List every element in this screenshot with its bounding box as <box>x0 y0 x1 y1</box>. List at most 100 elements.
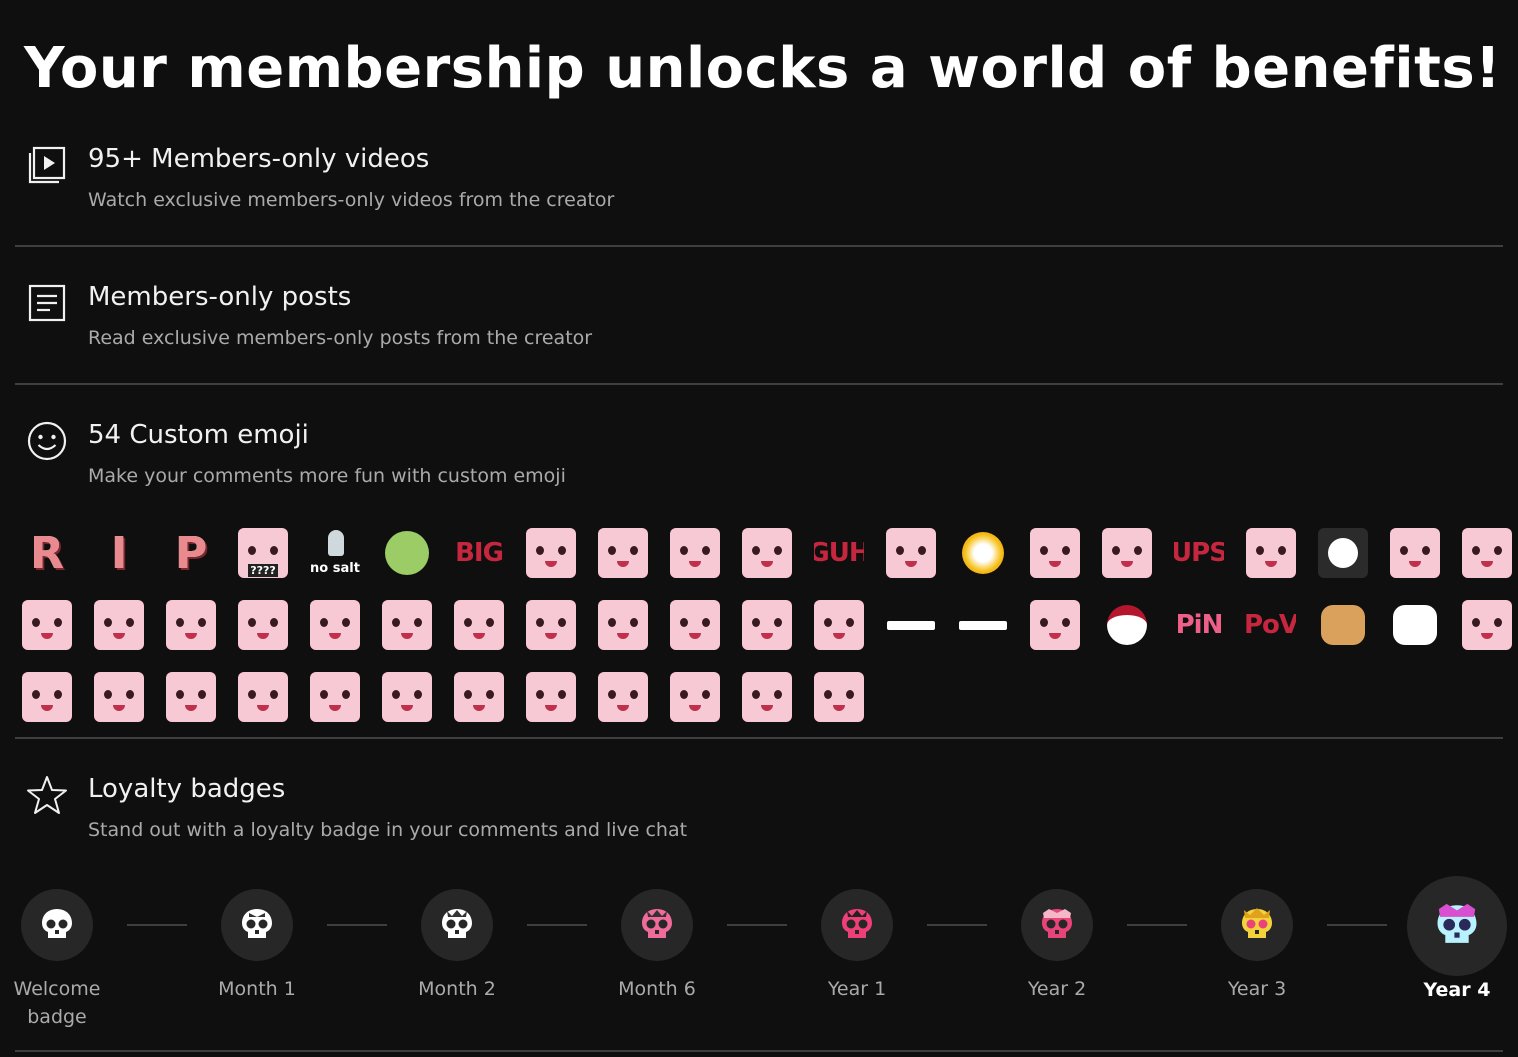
emoji-angry-hat[interactable] <box>22 600 72 650</box>
badge-circle <box>621 889 693 961</box>
emoji-chibi-3[interactable] <box>382 600 432 650</box>
emoji-chibi-2[interactable] <box>310 600 360 650</box>
badge-label: Month 1 <box>218 978 296 1000</box>
emoji-fire-skull[interactable] <box>958 528 1008 578</box>
emoji-bar-1[interactable] <box>886 600 936 650</box>
emoji-pov[interactable]: PoV <box>1246 600 1296 650</box>
emoji-x[interactable] <box>526 672 576 722</box>
emoji-question[interactable] <box>1390 528 1440 578</box>
emoji-chibi-5[interactable] <box>526 600 576 650</box>
mouth <box>905 561 917 567</box>
emoji-chibi-1[interactable] <box>238 600 288 650</box>
badge-label: Welcome badge <box>13 978 101 1028</box>
emoji-sleepy[interactable] <box>598 528 648 578</box>
cat-icon <box>1321 605 1365 645</box>
emoji-shock[interactable] <box>238 672 288 722</box>
emoji-r[interactable]: R <box>22 528 72 578</box>
emoji-big[interactable]: BIG <box>454 528 504 578</box>
emoji-smirk[interactable] <box>598 672 648 722</box>
emoji-chibi-8[interactable] <box>742 600 792 650</box>
skull-icon <box>1437 903 1477 943</box>
badge-month-2[interactable]: Month 2 <box>407 889 507 1003</box>
emoji-tears-hat[interactable] <box>94 600 144 650</box>
perk-description: Read exclusive members-only posts from t… <box>88 327 593 349</box>
video-library-icon <box>26 144 68 186</box>
mouth <box>185 705 197 711</box>
emoji-tearful[interactable] <box>670 672 720 722</box>
emoji-sob[interactable] <box>94 672 144 722</box>
emoji-bar-2[interactable] <box>958 600 1008 650</box>
emoji-chibi-9[interactable] <box>814 600 864 650</box>
mouth <box>761 705 773 711</box>
emoji-ups[interactable]: UPS <box>1174 528 1224 578</box>
emoji-sunglasses[interactable] <box>1246 528 1296 578</box>
divider <box>15 245 1503 247</box>
emoji-sing[interactable] <box>22 672 72 722</box>
emoji-pin[interactable]: PiN <box>1174 600 1224 650</box>
emoji-question-face[interactable]: ???? <box>238 528 288 578</box>
mouth <box>689 561 701 567</box>
badge-circle <box>1021 889 1093 961</box>
emoji-cry[interactable] <box>742 528 792 578</box>
emoji-wince[interactable] <box>310 672 360 722</box>
emoji-no-salt[interactable]: no salt <box>310 528 360 578</box>
emoji-white-cat[interactable] <box>1390 600 1440 650</box>
emoji-chibi-7[interactable] <box>670 600 720 650</box>
perk-description: Stand out with a loyalty badge in your c… <box>88 819 688 841</box>
mouth <box>1121 561 1133 567</box>
emoji-chibi-10[interactable] <box>1030 600 1080 650</box>
emoji-skull-grim[interactable] <box>1318 528 1368 578</box>
skull-icon <box>1242 908 1272 938</box>
badge-year-3[interactable]: Year 3 <box>1207 889 1307 1003</box>
emoji-skull-bandana[interactable] <box>1102 600 1152 650</box>
emoji-chibi-11[interactable] <box>1462 600 1512 650</box>
emoji-face[interactable] <box>526 528 576 578</box>
badge-welcome[interactable]: Welcome badge <box>7 889 107 1031</box>
mouth <box>689 633 701 639</box>
divider <box>15 737 1503 739</box>
badge-label: Year 2 <box>1027 978 1087 1000</box>
mouth <box>1481 633 1493 639</box>
emoji-chibi-4[interactable] <box>454 600 504 650</box>
mouth <box>185 633 197 639</box>
badge-label: Year 3 <box>1227 978 1287 1000</box>
emoji-green-face[interactable] <box>382 528 432 578</box>
badge-year-4[interactable]: Year 4 <box>1397 876 1517 1004</box>
divider <box>15 1050 1503 1052</box>
star-icon <box>26 774 68 816</box>
emoji-smug[interactable] <box>1102 528 1152 578</box>
mouth <box>473 633 485 639</box>
emoji-p[interactable]: P <box>166 528 216 578</box>
badge-circle <box>221 889 293 961</box>
emoji-chibi-6[interactable] <box>598 600 648 650</box>
emoji-hat-smile[interactable] <box>166 600 216 650</box>
mouth <box>401 705 413 711</box>
badge-year-1[interactable]: Year 1 <box>807 889 907 1003</box>
skull-icon <box>1042 909 1072 938</box>
perk-title: 95+ Members-only videos <box>88 144 430 174</box>
emoji-stare[interactable] <box>814 672 864 722</box>
emoji-sparkle[interactable] <box>886 528 936 578</box>
emoji-wine[interactable] <box>670 528 720 578</box>
emoji-guh[interactable]: GUH <box>814 528 864 578</box>
badge-circle <box>1221 889 1293 961</box>
emoji-i[interactable]: I <box>94 528 144 578</box>
mouth <box>1049 561 1061 567</box>
emoji-text: no salt <box>310 561 360 576</box>
emoji-heart-eyes[interactable] <box>1462 528 1512 578</box>
badge-year-2[interactable]: Year 2 <box>1007 889 1107 1003</box>
emoji-cat[interactable] <box>1318 600 1368 650</box>
badge-label: Month 6 <box>618 978 696 1000</box>
mouth <box>545 705 557 711</box>
mouth <box>473 705 485 711</box>
emoji-scream[interactable] <box>742 672 792 722</box>
bar <box>959 620 1007 630</box>
badge-label: Month 2 <box>418 978 496 1000</box>
badge-month-1[interactable]: Month 1 <box>207 889 307 1003</box>
badge-connector <box>327 924 387 926</box>
emoji-goggles[interactable] <box>166 672 216 722</box>
badge-month-6[interactable]: Month 6 <box>607 889 707 1003</box>
emoji-mad[interactable] <box>454 672 504 722</box>
emoji-crown[interactable] <box>382 672 432 722</box>
emoji-laugh[interactable] <box>1030 528 1080 578</box>
